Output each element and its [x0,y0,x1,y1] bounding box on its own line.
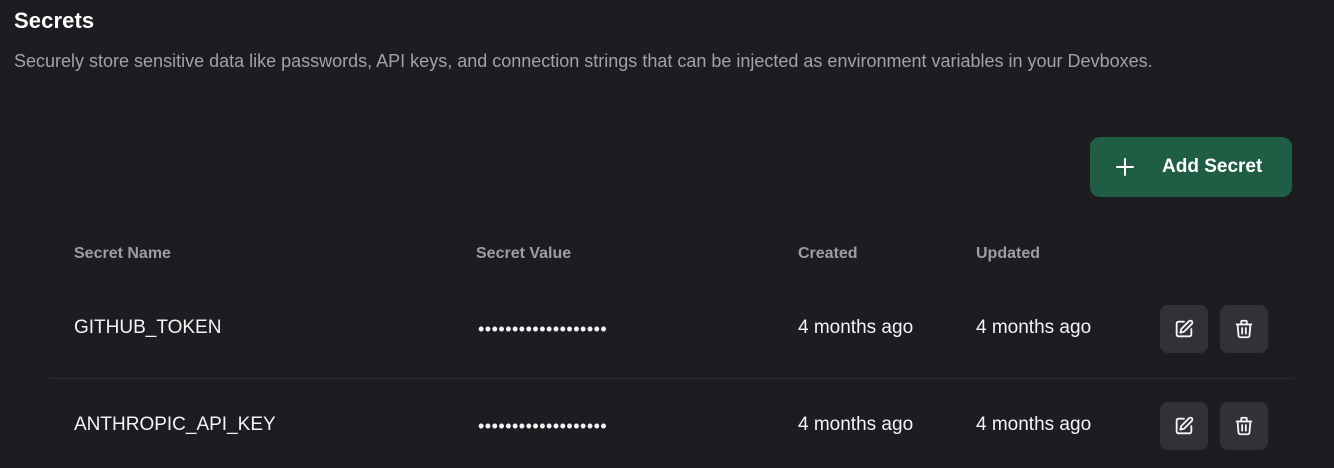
plus-icon [1116,158,1134,176]
table-row: ANTHROPIC_API_KEY ••••••••••••••••••• 4 … [50,378,1293,468]
edit-icon [1175,319,1194,338]
created-time: 4 months ago [798,317,914,338]
edit-secret-button[interactable] [1160,305,1208,353]
trash-icon [1235,416,1253,436]
updated-time: 4 months ago [976,317,1092,338]
edit-icon [1175,416,1194,435]
table-row: GITHUB_TOKEN ••••••••••••••••••• 4 month… [50,280,1293,376]
column-header-created: Created [798,245,858,262]
page-title: Secrets [14,8,95,33]
created-time: 4 months ago [798,414,914,435]
add-secret-label: Add Secret [1162,156,1263,177]
edit-secret-button[interactable] [1160,402,1208,450]
updated-time: 4 months ago [976,414,1092,435]
secret-name: GITHUB_TOKEN [74,317,222,338]
column-header-secret-name: Secret Name [74,245,171,262]
column-header-updated: Updated [976,245,1040,262]
trash-icon [1235,319,1253,339]
column-header-secret-value: Secret Value [476,245,572,262]
secret-value-masked: ••••••••••••••••••• [478,319,608,339]
page-description: Securely store sensitive data like passw… [14,51,1153,71]
secret-value-masked: ••••••••••••••••••• [478,416,608,436]
delete-secret-button[interactable] [1220,402,1268,450]
add-secret-button[interactable]: Add Secret [1090,137,1292,197]
secret-name: ANTHROPIC_API_KEY [74,414,276,435]
delete-secret-button[interactable] [1220,305,1268,353]
secrets-page: Secrets Securely store sensitive data li… [0,0,1334,468]
